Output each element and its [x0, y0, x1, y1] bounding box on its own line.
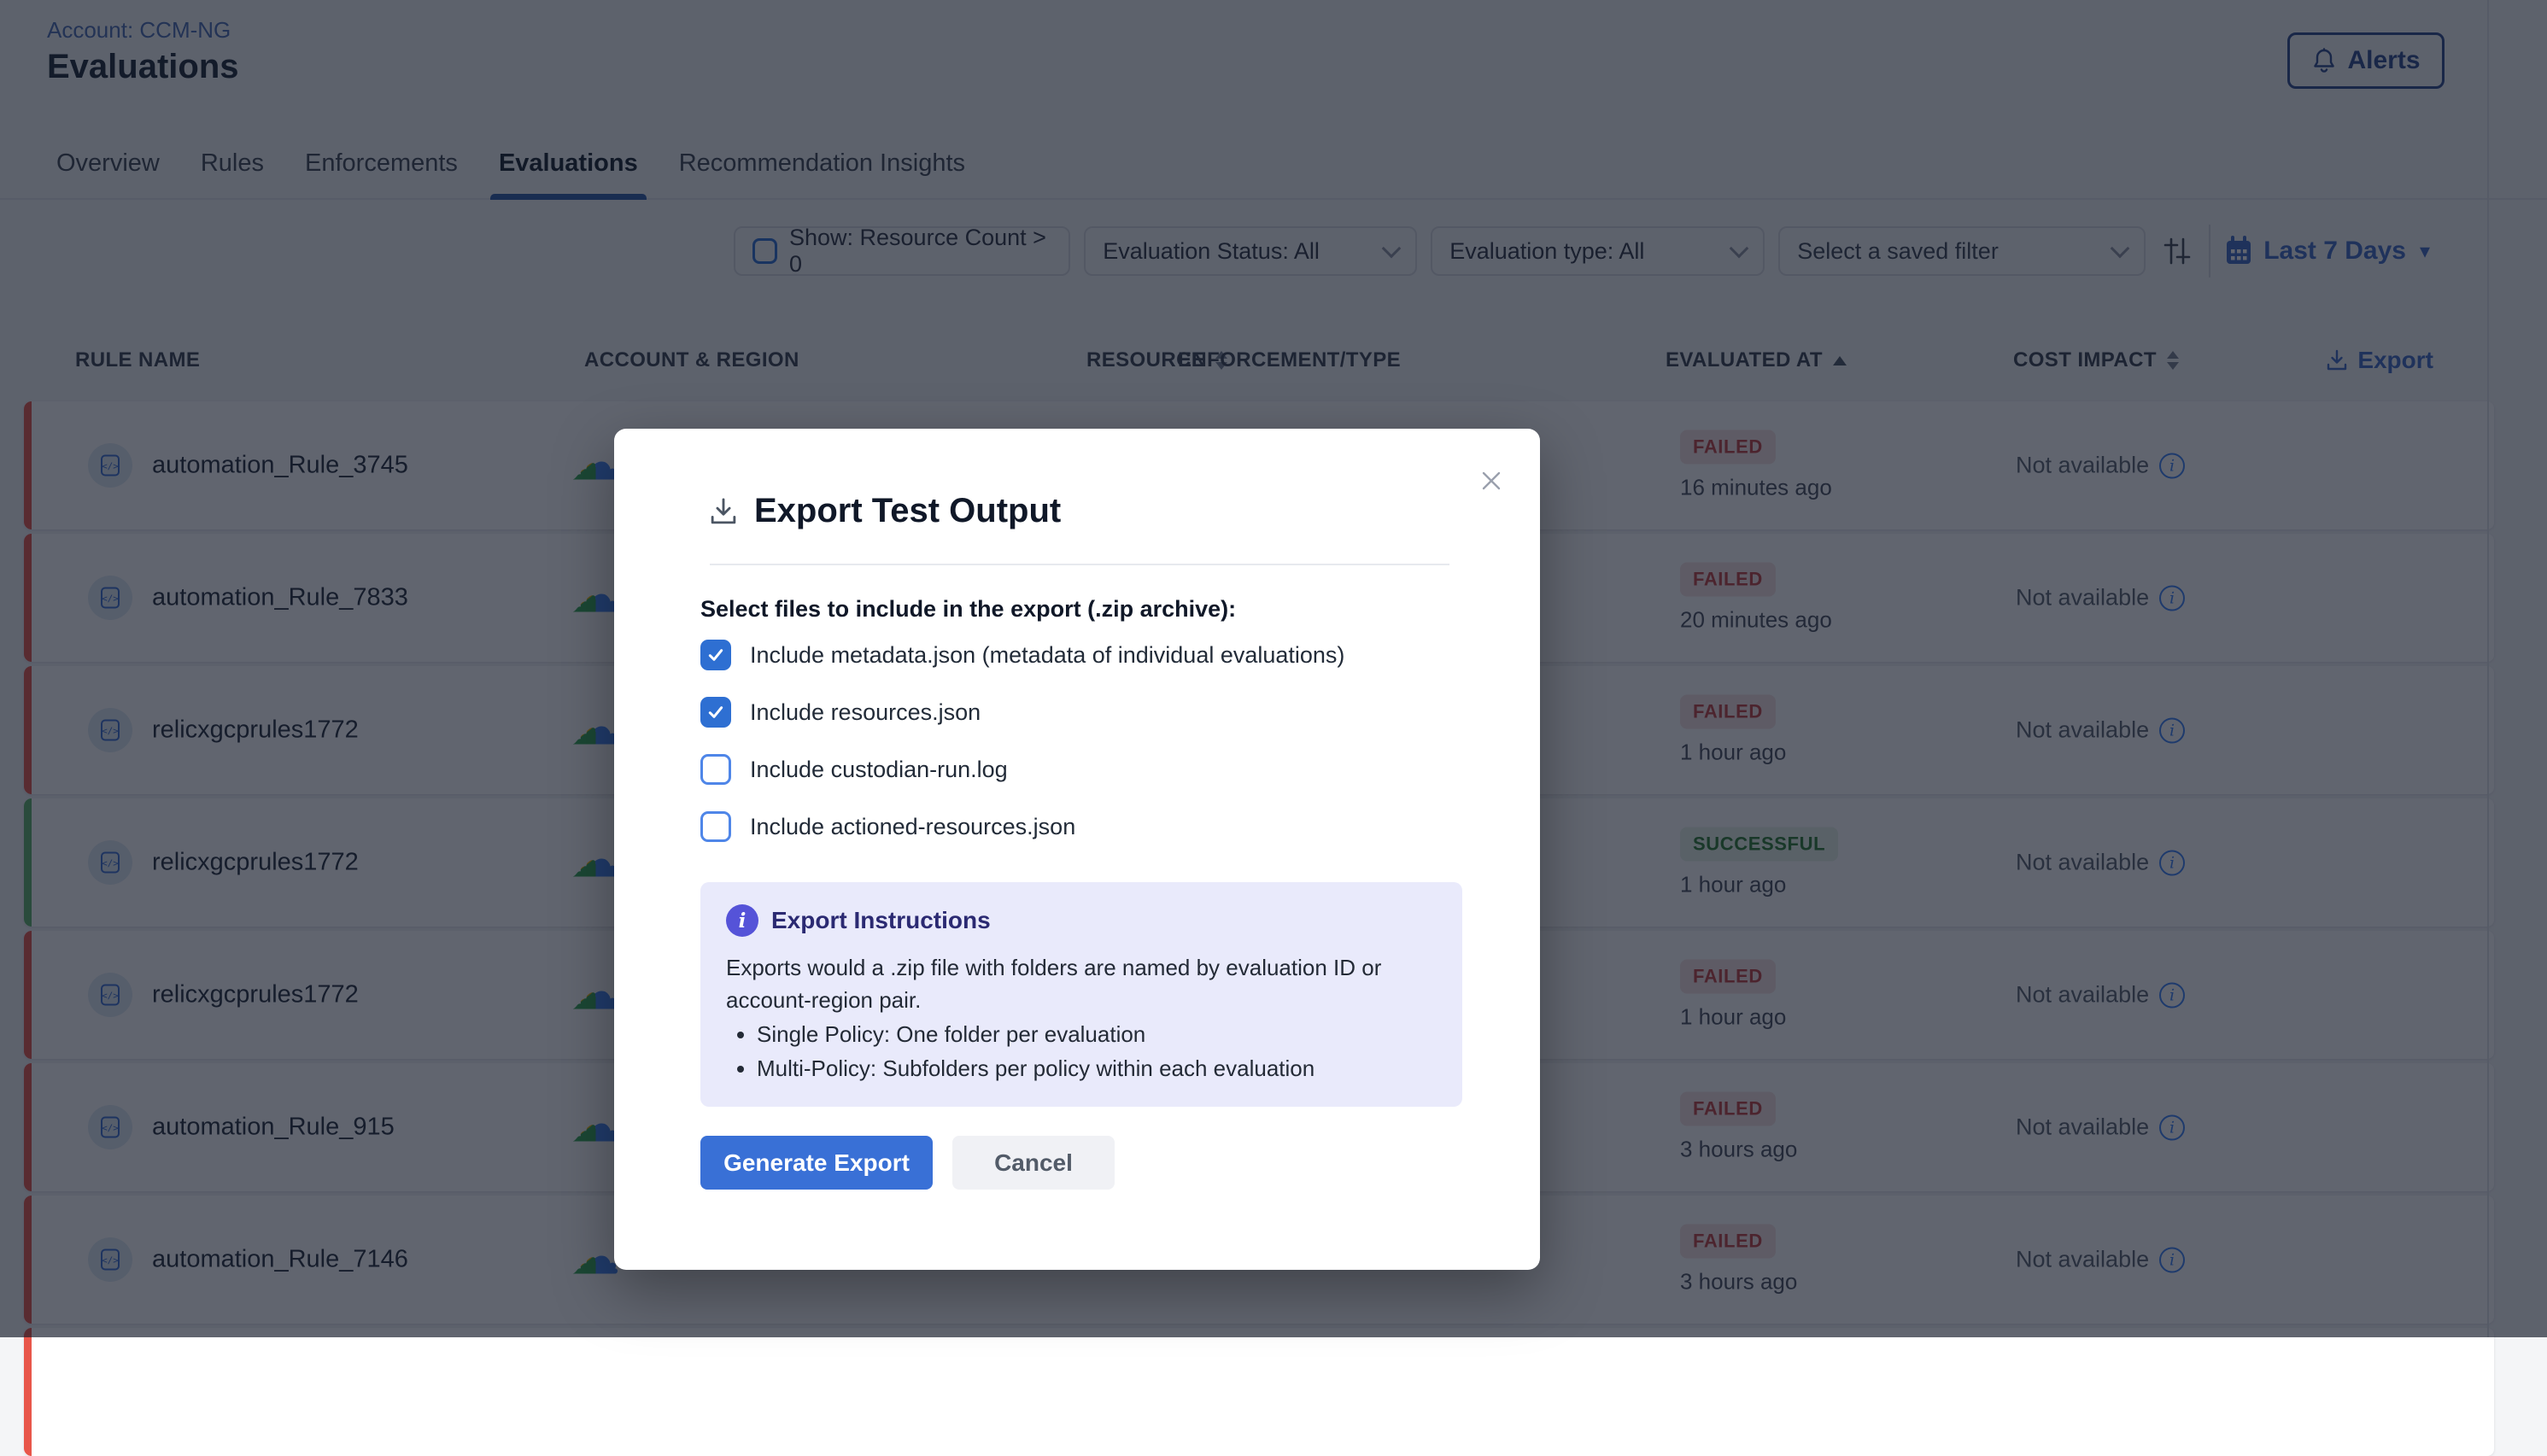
export-instructions-bullets: Single Policy: One folder per evaluation… [726, 1019, 1437, 1085]
modal-buttons: Generate Export Cancel [700, 1136, 1115, 1190]
instruction-bullet: Single Policy: One folder per evaluation [757, 1019, 1437, 1051]
modal-title: Export Test Output [754, 492, 1061, 530]
option-label: Include actioned-resources.json [750, 814, 1075, 840]
option-label: Include custodian-run.log [750, 757, 1008, 783]
checkbox-checked-icon[interactable] [700, 697, 731, 728]
checkbox-unchecked-icon[interactable] [700, 754, 731, 785]
generate-export-button[interactable]: Generate Export [700, 1136, 933, 1190]
select-files-label: Select files to include in the export (.… [700, 596, 1236, 623]
close-icon[interactable] [1477, 466, 1506, 495]
option-label: Include metadata.json (metadata of indiv… [750, 642, 1344, 669]
option-label: Include resources.json [750, 699, 981, 726]
export-test-output-modal: Export Test Output Select files to inclu… [614, 429, 1540, 1270]
option-include-resources[interactable]: Include resources.json [700, 697, 1344, 728]
instruction-bullet: Multi-Policy: Subfolders per policy with… [757, 1053, 1437, 1085]
modal-title-row: Export Test Output [708, 492, 1061, 530]
checkbox-checked-icon[interactable] [700, 640, 731, 670]
export-instructions-title: Export Instructions [771, 907, 991, 934]
modal-divider [710, 564, 1449, 565]
checkbox-unchecked-icon[interactable] [700, 811, 731, 842]
export-instructions-body: Exports would a .zip file with folders a… [726, 952, 1437, 1017]
info-bubble-icon: i [726, 904, 758, 937]
cancel-button[interactable]: Cancel [952, 1136, 1115, 1190]
export-options-list: Include metadata.json (metadata of indiv… [700, 640, 1344, 842]
table-row-partial[interactable] [24, 1328, 2494, 1456]
option-include-custodian-run-log[interactable]: Include custodian-run.log [700, 754, 1344, 785]
option-include-actioned-resources[interactable]: Include actioned-resources.json [700, 811, 1344, 842]
export-instructions-box: i Export Instructions Exports would a .z… [700, 882, 1462, 1107]
status-strip [24, 1328, 32, 1456]
download-icon [708, 496, 739, 527]
option-include-metadata[interactable]: Include metadata.json (metadata of indiv… [700, 640, 1344, 670]
